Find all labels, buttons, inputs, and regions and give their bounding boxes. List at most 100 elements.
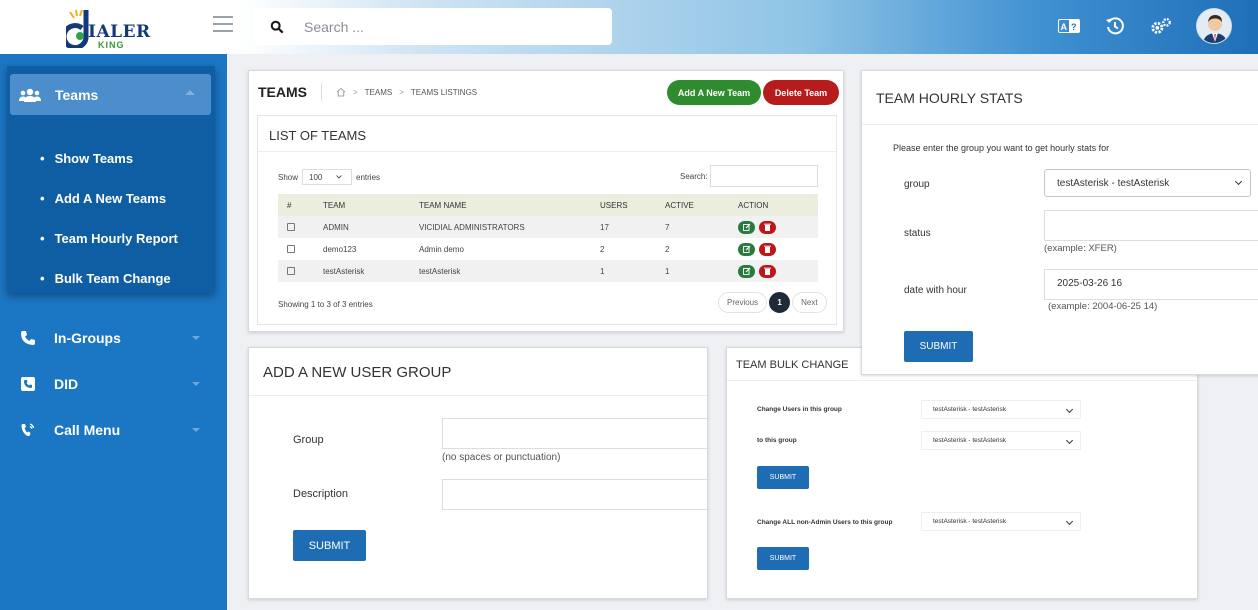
sidebar-subitem-show-teams[interactable]: Show Teams bbox=[40, 151, 134, 166]
sidebar-item-call-menu[interactable]: Call Menu bbox=[20, 422, 200, 438]
team-cell: demo123 bbox=[323, 244, 357, 254]
search-bar[interactable] bbox=[254, 8, 612, 45]
active-cell: 7 bbox=[656, 216, 729, 238]
teams-list-panel: LIST OF TEAMS Show 100 entries Search: #… bbox=[257, 115, 837, 325]
chevron-down-icon bbox=[192, 428, 200, 432]
breadcrumb-teams[interactable]: TEAMS bbox=[365, 88, 393, 97]
page-button[interactable]: 1 bbox=[769, 292, 791, 313]
sidebar-item-label: In-Groups bbox=[54, 330, 121, 346]
to-group-select[interactable]: testAsterisk - testAsterisk bbox=[921, 431, 1081, 450]
delete-icon[interactable] bbox=[759, 242, 776, 256]
group-select[interactable]: testAsterisk - testAsterisk bbox=[1044, 169, 1251, 197]
edit-icon[interactable] bbox=[738, 220, 755, 234]
submit-button[interactable]: SUBMIT bbox=[293, 530, 366, 561]
entries-select[interactable]: 100 bbox=[302, 169, 353, 185]
date-help: (example: 2004-06-25 14) bbox=[1048, 301, 1158, 312]
edit-icon[interactable] bbox=[738, 242, 755, 256]
sidebar-teams-group: Teams Show Teams Add A New Teams Team Ho… bbox=[7, 66, 215, 293]
sidebar-item-did[interactable]: DID bbox=[20, 376, 200, 392]
chevron-up-icon bbox=[185, 90, 195, 95]
sidebar-item-in-groups[interactable]: In-Groups bbox=[20, 330, 200, 346]
search-input[interactable] bbox=[304, 18, 584, 35]
teams-table: # TEAM TEAM NAME USERS ACTIVE ACTION ADM… bbox=[278, 194, 818, 282]
next-button[interactable]: Next bbox=[792, 292, 827, 313]
delete-team-button[interactable]: Delete Team bbox=[763, 80, 839, 105]
history-icon[interactable] bbox=[1104, 15, 1126, 37]
chevron-down-icon bbox=[192, 336, 200, 340]
row-checkbox[interactable] bbox=[287, 245, 295, 254]
col-team[interactable]: TEAM bbox=[314, 194, 410, 216]
status-input[interactable] bbox=[1044, 210, 1258, 241]
team-name-cell: VICIDIAL ADMINISTRATORS bbox=[410, 216, 591, 238]
date-input[interactable]: 2025-03-26 16 bbox=[1044, 269, 1258, 300]
users-cell: 17 bbox=[591, 216, 656, 238]
description-input[interactable] bbox=[442, 479, 710, 510]
group-input[interactable] bbox=[442, 418, 710, 449]
intro-text: Please enter the group you want to get h… bbox=[893, 143, 1110, 153]
sidebar-subitem-add-teams[interactable]: Add A New Teams bbox=[40, 191, 166, 206]
delete-icon[interactable] bbox=[759, 220, 776, 234]
logo-text: IALER bbox=[88, 22, 151, 42]
table-search-input[interactable] bbox=[709, 165, 818, 187]
entries-label: entries bbox=[356, 172, 381, 182]
col-active[interactable]: ACTIVE bbox=[656, 194, 729, 216]
change-all-select[interactable]: testAsterisk - testAsterisk bbox=[921, 512, 1081, 531]
prev-button[interactable]: Previous bbox=[718, 292, 768, 313]
table-header-row: # TEAM TEAM NAME USERS ACTIVE ACTION bbox=[278, 194, 818, 216]
col-users[interactable]: USERS bbox=[591, 194, 656, 216]
group-help: (no spaces or punctuation) bbox=[442, 452, 561, 463]
sidebar-subitem-bulk-change[interactable]: Bulk Team Change bbox=[40, 271, 171, 286]
chevron-down-icon bbox=[1065, 436, 1074, 445]
entries-value: 100 bbox=[309, 172, 323, 182]
logo[interactable]: IALER KING bbox=[60, 6, 150, 50]
users-icon bbox=[19, 88, 41, 102]
chevron-down-icon bbox=[192, 382, 200, 386]
table-row: ADMIN VICIDIAL ADMINISTRATORS 17 7 bbox=[278, 216, 818, 238]
group-label: group bbox=[904, 179, 930, 190]
submit-button[interactable]: SUBMIT bbox=[757, 547, 809, 570]
hourly-stats-card: TEAM HOURLY STATS Please enter the group… bbox=[861, 70, 1258, 375]
col-index[interactable]: # bbox=[278, 194, 314, 216]
row-checkbox[interactable] bbox=[287, 267, 295, 276]
sidebar-item-teams[interactable]: Teams bbox=[10, 74, 211, 115]
svg-text:?: ? bbox=[1071, 22, 1077, 32]
sidebar-subitem-hourly-report[interactable]: Team Hourly Report bbox=[40, 231, 178, 246]
search-icon bbox=[270, 20, 284, 33]
table-row: demo123 Admin demo 2 2 bbox=[278, 238, 818, 260]
panel-title: LIST OF TEAMS bbox=[258, 116, 836, 152]
group-label: Group bbox=[293, 434, 324, 446]
phone-square-icon bbox=[21, 377, 35, 391]
submit-button[interactable]: SUBMIT bbox=[757, 466, 809, 489]
change-users-select[interactable]: testAsterisk - testAsterisk bbox=[921, 400, 1081, 419]
home-icon[interactable] bbox=[336, 87, 346, 97]
page-title: TEAMS bbox=[258, 84, 307, 100]
change-users-label: Change Users in this group bbox=[757, 406, 842, 413]
menu-toggle-icon[interactable] bbox=[213, 16, 233, 32]
description-label: Description bbox=[293, 488, 349, 500]
translate-icon[interactable]: A? bbox=[1058, 15, 1080, 37]
date-value: 2025-03-26 16 bbox=[1057, 278, 1123, 289]
avatar[interactable] bbox=[1196, 8, 1232, 44]
teams-card: TEAMS > TEAMS > TEAMS LISTINGS Add A New… bbox=[248, 70, 844, 332]
sidebar-item-label: Teams bbox=[55, 86, 99, 103]
active-cell: 2 bbox=[665, 244, 670, 254]
col-team-name[interactable]: TEAM NAME bbox=[410, 194, 591, 216]
chevron-down-icon bbox=[1234, 177, 1243, 186]
sidebar-item-label: DID bbox=[54, 376, 79, 392]
edit-icon[interactable] bbox=[738, 264, 755, 278]
date-label: date with hour bbox=[904, 285, 967, 296]
change-all-label: Change ALL non-Admin Users to this group bbox=[757, 519, 893, 526]
select-value: testAsterisk - testAsterisk bbox=[933, 518, 1006, 525]
delete-icon[interactable] bbox=[759, 264, 776, 278]
add-team-button[interactable]: Add A New Team bbox=[667, 80, 761, 105]
select-value: testAsterisk - testAsterisk bbox=[933, 437, 1006, 444]
svg-text:A: A bbox=[1061, 22, 1068, 32]
settings-icon[interactable] bbox=[1150, 15, 1172, 37]
phone-icon bbox=[21, 331, 35, 345]
team-cell: ADMIN bbox=[314, 216, 410, 238]
submit-button[interactable]: SUBMIT bbox=[904, 331, 973, 362]
table-row: testAsterisk testAsterisk 1 1 bbox=[278, 260, 818, 282]
table-info: Showing 1 to 3 of 3 entries bbox=[278, 300, 373, 309]
row-checkbox[interactable] bbox=[287, 223, 295, 232]
bulk-change-card: TEAM BULK CHANGE Change Users in this gr… bbox=[726, 347, 1198, 599]
